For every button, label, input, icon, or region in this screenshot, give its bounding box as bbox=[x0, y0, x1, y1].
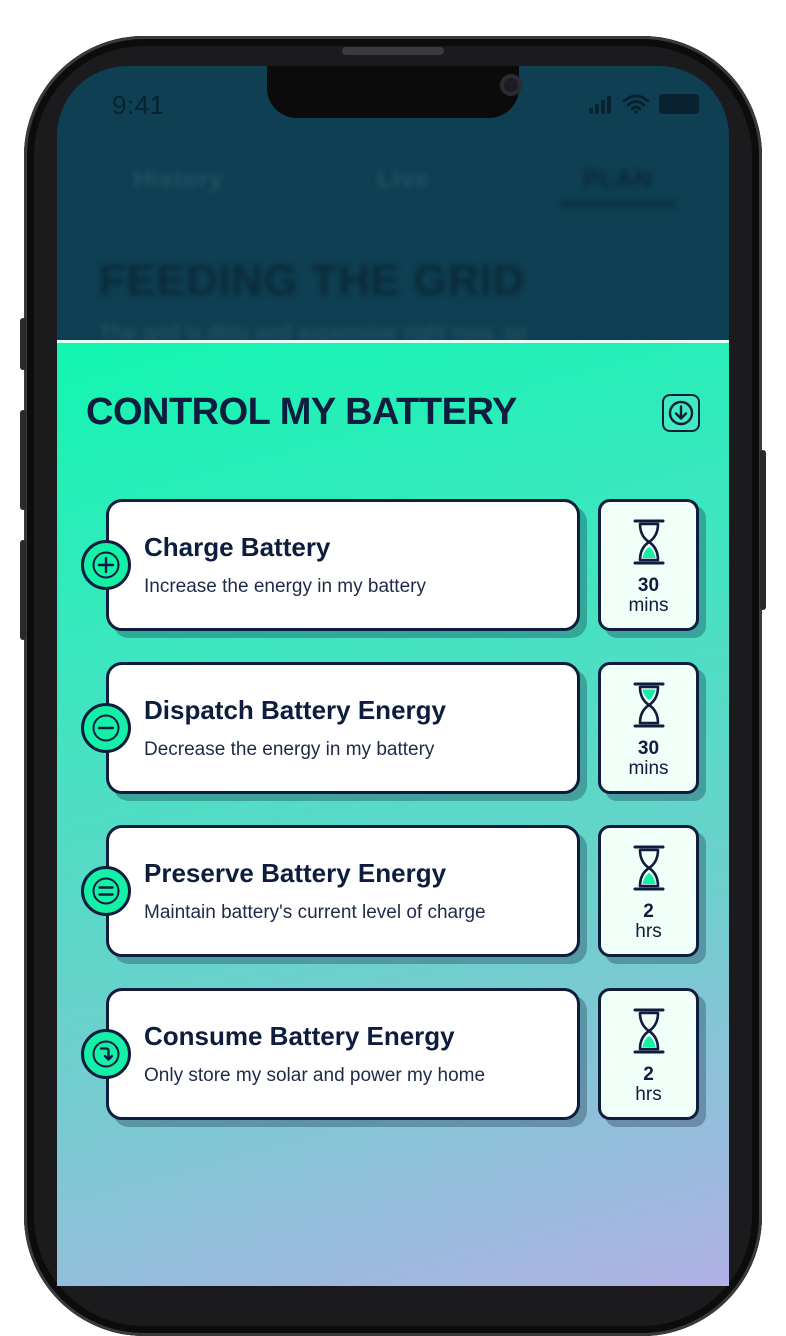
action-badge bbox=[81, 1029, 131, 1079]
timer-value: 30 bbox=[637, 575, 660, 596]
arrow-down-icon bbox=[668, 400, 694, 426]
timer-unit: hrs bbox=[635, 1084, 662, 1105]
timer-unit: mins bbox=[628, 595, 669, 616]
preserve-battery-button[interactable]: Preserve Battery Energy Maintain battery… bbox=[106, 825, 580, 957]
camera-icon bbox=[500, 74, 522, 96]
hourglass-icon bbox=[633, 519, 664, 565]
speaker-grille bbox=[342, 47, 444, 55]
side-button-mute bbox=[20, 318, 26, 370]
status-icons bbox=[589, 94, 699, 114]
action-row-dispatch: Dispatch Battery Energy Decrease the ene… bbox=[81, 662, 701, 794]
status-time: 9:41 bbox=[112, 90, 165, 120]
action-title: Consume Battery Energy bbox=[144, 1021, 455, 1051]
turn-down-arrow-icon bbox=[92, 1040, 120, 1068]
side-button-power bbox=[760, 450, 766, 610]
equals-icon bbox=[92, 877, 120, 905]
timer-button-dispatch[interactable]: 30 mins bbox=[598, 662, 699, 794]
cellular-signal-icon bbox=[589, 96, 613, 114]
charge-battery-button[interactable]: Charge Battery Increase the energy in my… bbox=[106, 499, 580, 631]
action-description: Decrease the energy in my battery bbox=[144, 739, 435, 760]
background-page-title: FEEDING THE GRID bbox=[99, 256, 526, 305]
tab-bar: History Live PLAN bbox=[57, 158, 729, 206]
action-row-consume: Consume Battery Energy Only store my sol… bbox=[81, 988, 701, 1120]
action-row-preserve: Preserve Battery Energy Maintain battery… bbox=[81, 825, 701, 957]
timer-button-preserve[interactable]: 2 hrs bbox=[598, 825, 699, 957]
control-battery-sheet: CONTROL MY BATTERY Charge Battery Increa… bbox=[57, 340, 729, 1286]
timer-unit: hrs bbox=[635, 921, 662, 942]
action-badge bbox=[81, 540, 131, 590]
sheet-title: CONTROL MY BATTERY bbox=[86, 391, 517, 433]
hourglass-icon bbox=[633, 1008, 664, 1054]
timer-value: 2 bbox=[643, 901, 654, 922]
minus-icon bbox=[92, 714, 120, 742]
action-row-charge: Charge Battery Increase the energy in my… bbox=[81, 499, 701, 631]
phone-screen: 9:41 History Live PLAN FEEDING THE GRID … bbox=[57, 66, 729, 1286]
action-title: Preserve Battery Energy bbox=[144, 858, 447, 888]
timer-value: 30 bbox=[637, 738, 660, 759]
side-button-volume-up bbox=[20, 410, 26, 510]
action-title: Dispatch Battery Energy bbox=[144, 695, 446, 725]
action-badge bbox=[81, 866, 131, 916]
timer-button-charge[interactable]: 30 mins bbox=[598, 499, 699, 631]
tab-history[interactable]: History bbox=[110, 158, 248, 206]
hourglass-icon bbox=[633, 845, 664, 891]
timer-unit: mins bbox=[628, 758, 669, 779]
notch bbox=[267, 66, 522, 118]
plus-icon bbox=[92, 551, 120, 579]
action-description: Only store my solar and power my home bbox=[144, 1065, 486, 1086]
battery-status-icon bbox=[659, 94, 699, 114]
tab-live[interactable]: Live bbox=[353, 158, 453, 206]
action-badge bbox=[81, 703, 131, 753]
timer-value: 2 bbox=[643, 1064, 654, 1085]
action-description: Increase the energy in my battery bbox=[144, 576, 426, 597]
tab-plan[interactable]: PLAN bbox=[558, 158, 677, 206]
hourglass-icon bbox=[633, 682, 664, 728]
wifi-icon bbox=[623, 94, 649, 114]
consume-battery-button[interactable]: Consume Battery Energy Only store my sol… bbox=[106, 988, 580, 1120]
action-description: Maintain battery's current level of char… bbox=[144, 902, 486, 923]
collapse-sheet-button[interactable] bbox=[662, 394, 700, 432]
dispatch-battery-button[interactable]: Dispatch Battery Energy Decrease the ene… bbox=[106, 662, 580, 794]
timer-button-consume[interactable]: 2 hrs bbox=[598, 988, 699, 1120]
side-button-volume-down bbox=[20, 540, 26, 640]
action-title: Charge Battery bbox=[144, 532, 331, 562]
